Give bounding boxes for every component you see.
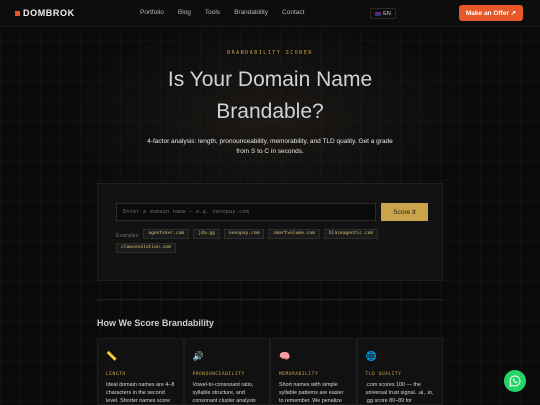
example-chip[interactable]: smartvolume.com [268, 229, 320, 239]
main-nav: Portfolio Blog Tools Brandability Contac… [140, 9, 318, 16]
score-it-button[interactable]: Score It [381, 203, 428, 221]
example-chip[interactable]: j4a.gg [193, 229, 220, 239]
section-title: How We Score Brandability [97, 318, 214, 328]
examples-list: Examples: agentsker.com j4a.gg nexopay.c… [116, 229, 436, 257]
card-label: MEMORABILITY [279, 372, 319, 377]
section-divider [97, 299, 443, 300]
whatsapp-icon [509, 375, 521, 387]
nav-link-brandability[interactable]: Brandability [234, 9, 268, 16]
hero-subtitle: 4-factor analysis: length, pronounceabil… [147, 138, 393, 155]
card-memorability: 🧠 MEMORABILITY Short names with simple s… [270, 338, 357, 405]
scoring-cards: 📏 LENGTH Ideal domain names are 4–8 char… [97, 338, 443, 405]
logo-mark-icon [15, 10, 20, 16]
globe-icon: 🌐 [365, 352, 377, 362]
card-tld-quality: 🌐 TLD QUALITY .com scores 100 — the univ… [356, 338, 443, 405]
nav-link-contact[interactable]: Contact [282, 9, 304, 16]
nav-link-tools[interactable]: Tools [205, 9, 220, 16]
nav-link-portfolio[interactable]: Portfolio [140, 9, 164, 16]
brain-icon: 🧠 [279, 352, 291, 362]
speaker-icon: 🔊 [192, 352, 204, 362]
uk-flag-icon [375, 11, 382, 16]
example-chip[interactable]: agentsker.com [143, 229, 190, 239]
card-text: .com scores 100 — the universal trust si… [365, 382, 434, 404]
card-pronounceability: 🔊 PRONOUNCEABILITY Vowel-to-consonant ra… [183, 338, 270, 405]
logo[interactable]: DOMBROK [15, 8, 75, 18]
logo-text: DOMBROK [23, 8, 75, 18]
card-length: 📏 LENGTH Ideal domain names are 4–8 char… [97, 338, 184, 405]
card-label: TLD QUALITY [365, 372, 402, 377]
ruler-icon: 📏 [106, 352, 118, 362]
card-text: Short names with simple syllable pattern… [279, 382, 344, 404]
card-label: LENGTH [106, 372, 126, 377]
domain-input[interactable] [116, 203, 376, 221]
card-label: PRONOUNCEABILITY [192, 372, 245, 377]
scorer-panel: Score It Examples: agentsker.com j4a.gg … [97, 183, 443, 281]
make-offer-button[interactable]: Make an Offer ↗ [459, 5, 523, 21]
card-text: Ideal domain names are 4–8 characters in… [106, 382, 175, 404]
site-header: DOMBROK Portfolio Blog Tools Brandabilit… [0, 0, 540, 27]
language-label: EN [383, 10, 391, 17]
nav-link-blog[interactable]: Blog [178, 9, 191, 16]
language-selector[interactable]: EN [370, 8, 396, 19]
examples-label: Examples: [116, 233, 140, 239]
example-chip[interactable]: clawsevolution.com [116, 243, 176, 253]
hero-kicker: BRANDABILITY SCORER [227, 50, 313, 56]
page-title: Is Your Domain Name Brandable? [167, 68, 373, 123]
example-chip[interactable]: blazeagentic.com [323, 229, 379, 239]
card-text: Vowel-to-consonant ratio, syllable struc… [192, 382, 256, 404]
whatsapp-button[interactable] [504, 370, 526, 392]
example-chip[interactable]: nexopay.com [223, 229, 265, 239]
